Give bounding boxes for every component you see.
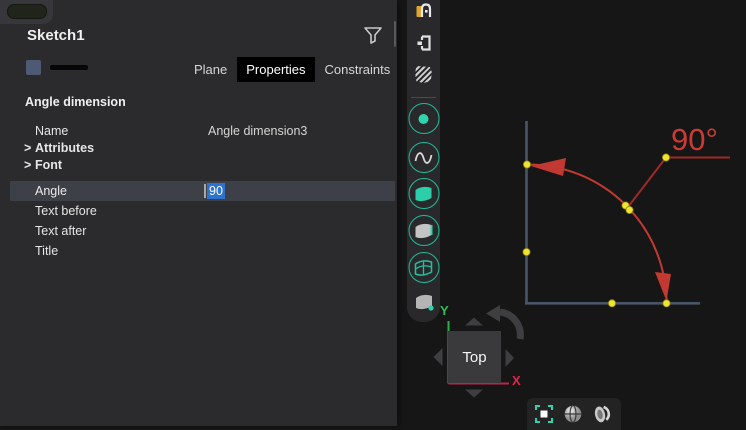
view-cube-top-face[interactable]: Top <box>448 331 501 383</box>
view-controls-toolbar <box>527 398 621 430</box>
axis-x-label: X <box>512 373 521 388</box>
sketch-canvas[interactable]: 90° <box>0 0 746 426</box>
dimension-arrowhead-bottom <box>655 272 671 301</box>
dimension-arrowhead-top <box>531 158 566 176</box>
sketch-point[interactable] <box>608 300 615 307</box>
zoom-to-fit-button[interactable] <box>534 404 554 424</box>
perspective-lens-icon <box>593 405 610 424</box>
pan-left-arrow[interactable] <box>434 348 443 366</box>
pan-up-arrow[interactable] <box>465 318 483 326</box>
axis-y-label: Y <box>440 303 449 318</box>
dimension-leader[interactable] <box>628 158 730 208</box>
sketch-point[interactable] <box>626 206 633 213</box>
rotate-view-arrow[interactable] <box>500 312 520 339</box>
rotate-view-arrowhead[interactable] <box>486 305 500 322</box>
view-cube-label: Top <box>462 349 486 366</box>
sketch-point[interactable] <box>523 161 530 168</box>
sketch-point[interactable] <box>663 300 670 307</box>
pan-right-arrow[interactable] <box>506 349 515 367</box>
sketch-points[interactable] <box>523 154 670 307</box>
orbit-view-button[interactable] <box>563 404 583 424</box>
dimension-value-label[interactable]: 90° <box>671 122 718 157</box>
pan-down-arrow[interactable] <box>465 390 483 398</box>
sketch-point[interactable] <box>523 248 530 255</box>
sketch-point[interactable] <box>662 154 669 161</box>
perspective-view-button[interactable] <box>592 404 612 424</box>
